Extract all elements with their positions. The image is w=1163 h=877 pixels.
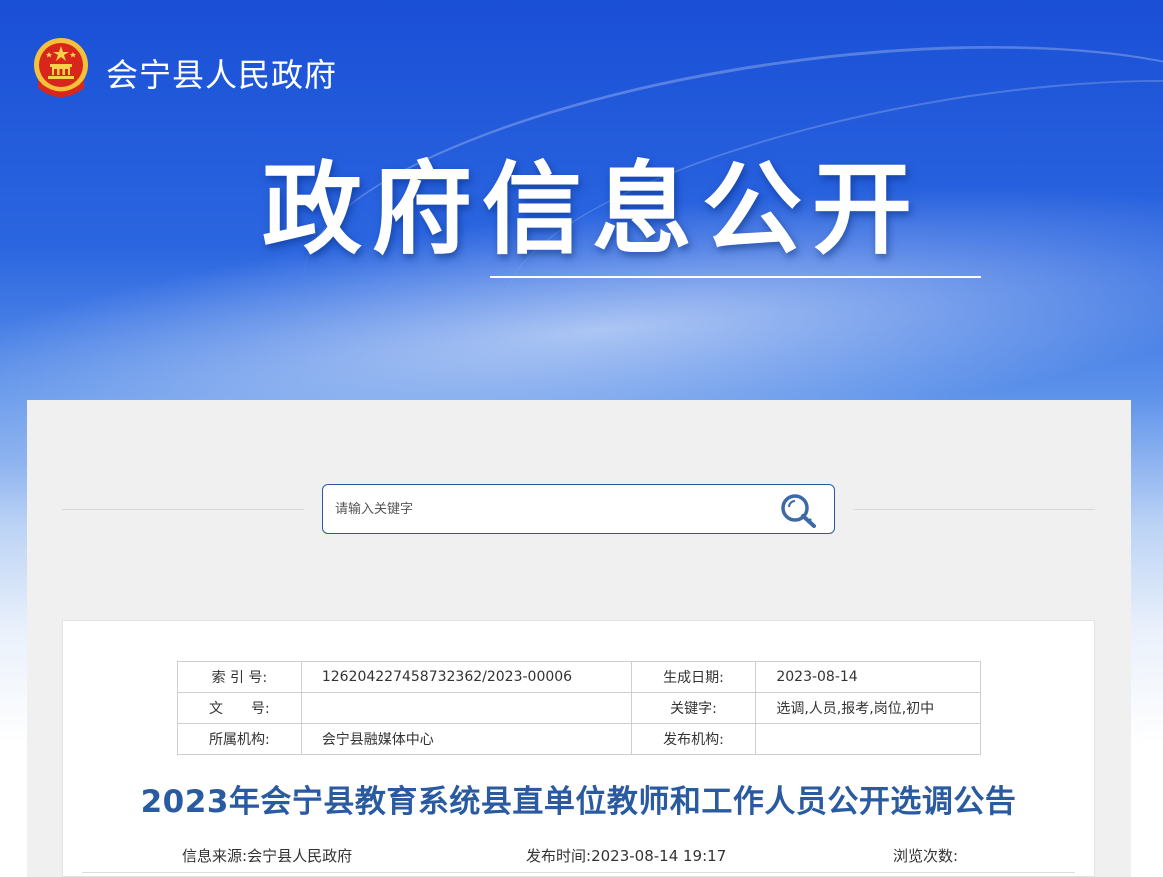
search-input[interactable] xyxy=(335,495,755,523)
info-source: 信息来源:会宁县人民政府 xyxy=(182,845,352,866)
hero-title: 政府信息公开 xyxy=(262,151,922,268)
search-divider-left xyxy=(62,509,304,510)
table-row: 所属机构: 会宁县融媒体中心 发布机构: xyxy=(177,723,981,755)
info-views: 浏览次数: xyxy=(893,845,958,866)
national-emblem-logo[interactable] xyxy=(32,36,90,102)
table-row: 索 引 号: 126204227458732362/2023-00006 生成日… xyxy=(177,661,981,693)
keywords-value: 选调,人员,报考,岗位,初中 xyxy=(755,692,981,724)
search-icon[interactable] xyxy=(778,492,820,530)
info-publish-time: 发布时间:2023-08-14 19:17 xyxy=(526,845,726,866)
publisher-label: 发布机构: xyxy=(630,723,757,755)
docno-label: 文 号: xyxy=(177,692,302,724)
metadata-table: 索 引 号: 126204227458732362/2023-00006 生成日… xyxy=(177,661,981,755)
hero-divider xyxy=(490,276,981,278)
index-value: 126204227458732362/2023-00006 xyxy=(300,661,632,693)
source-value: 会宁县人民政府 xyxy=(247,847,353,865)
publisher-value xyxy=(755,723,981,755)
site-name[interactable]: 会宁县人民政府 xyxy=(106,50,337,96)
keywords-label: 关键字: xyxy=(630,692,757,724)
docno-value xyxy=(300,692,632,724)
date-value: 2023-08-14 xyxy=(755,661,981,693)
date-label: 生成日期: xyxy=(630,661,757,693)
source-label: 信息来源: xyxy=(182,847,248,865)
time-value: 2023-08-14 19:17 xyxy=(591,847,727,865)
search-box xyxy=(322,484,835,534)
info-divider xyxy=(82,872,1075,873)
table-row: 文 号: 关键字: 选调,人员,报考,岗位,初中 xyxy=(177,692,981,724)
search-divider-right xyxy=(853,509,1095,510)
org-label: 所属机构: xyxy=(177,723,302,755)
time-label: 发布时间: xyxy=(526,847,592,865)
index-label: 索 引 号: xyxy=(177,661,302,693)
views-label: 浏览次数: xyxy=(893,847,959,865)
article-title: 2023年会宁县教育系统县直单位教师和工作人员公开选调公告 xyxy=(140,784,1017,820)
org-value: 会宁县融媒体中心 xyxy=(300,723,632,755)
